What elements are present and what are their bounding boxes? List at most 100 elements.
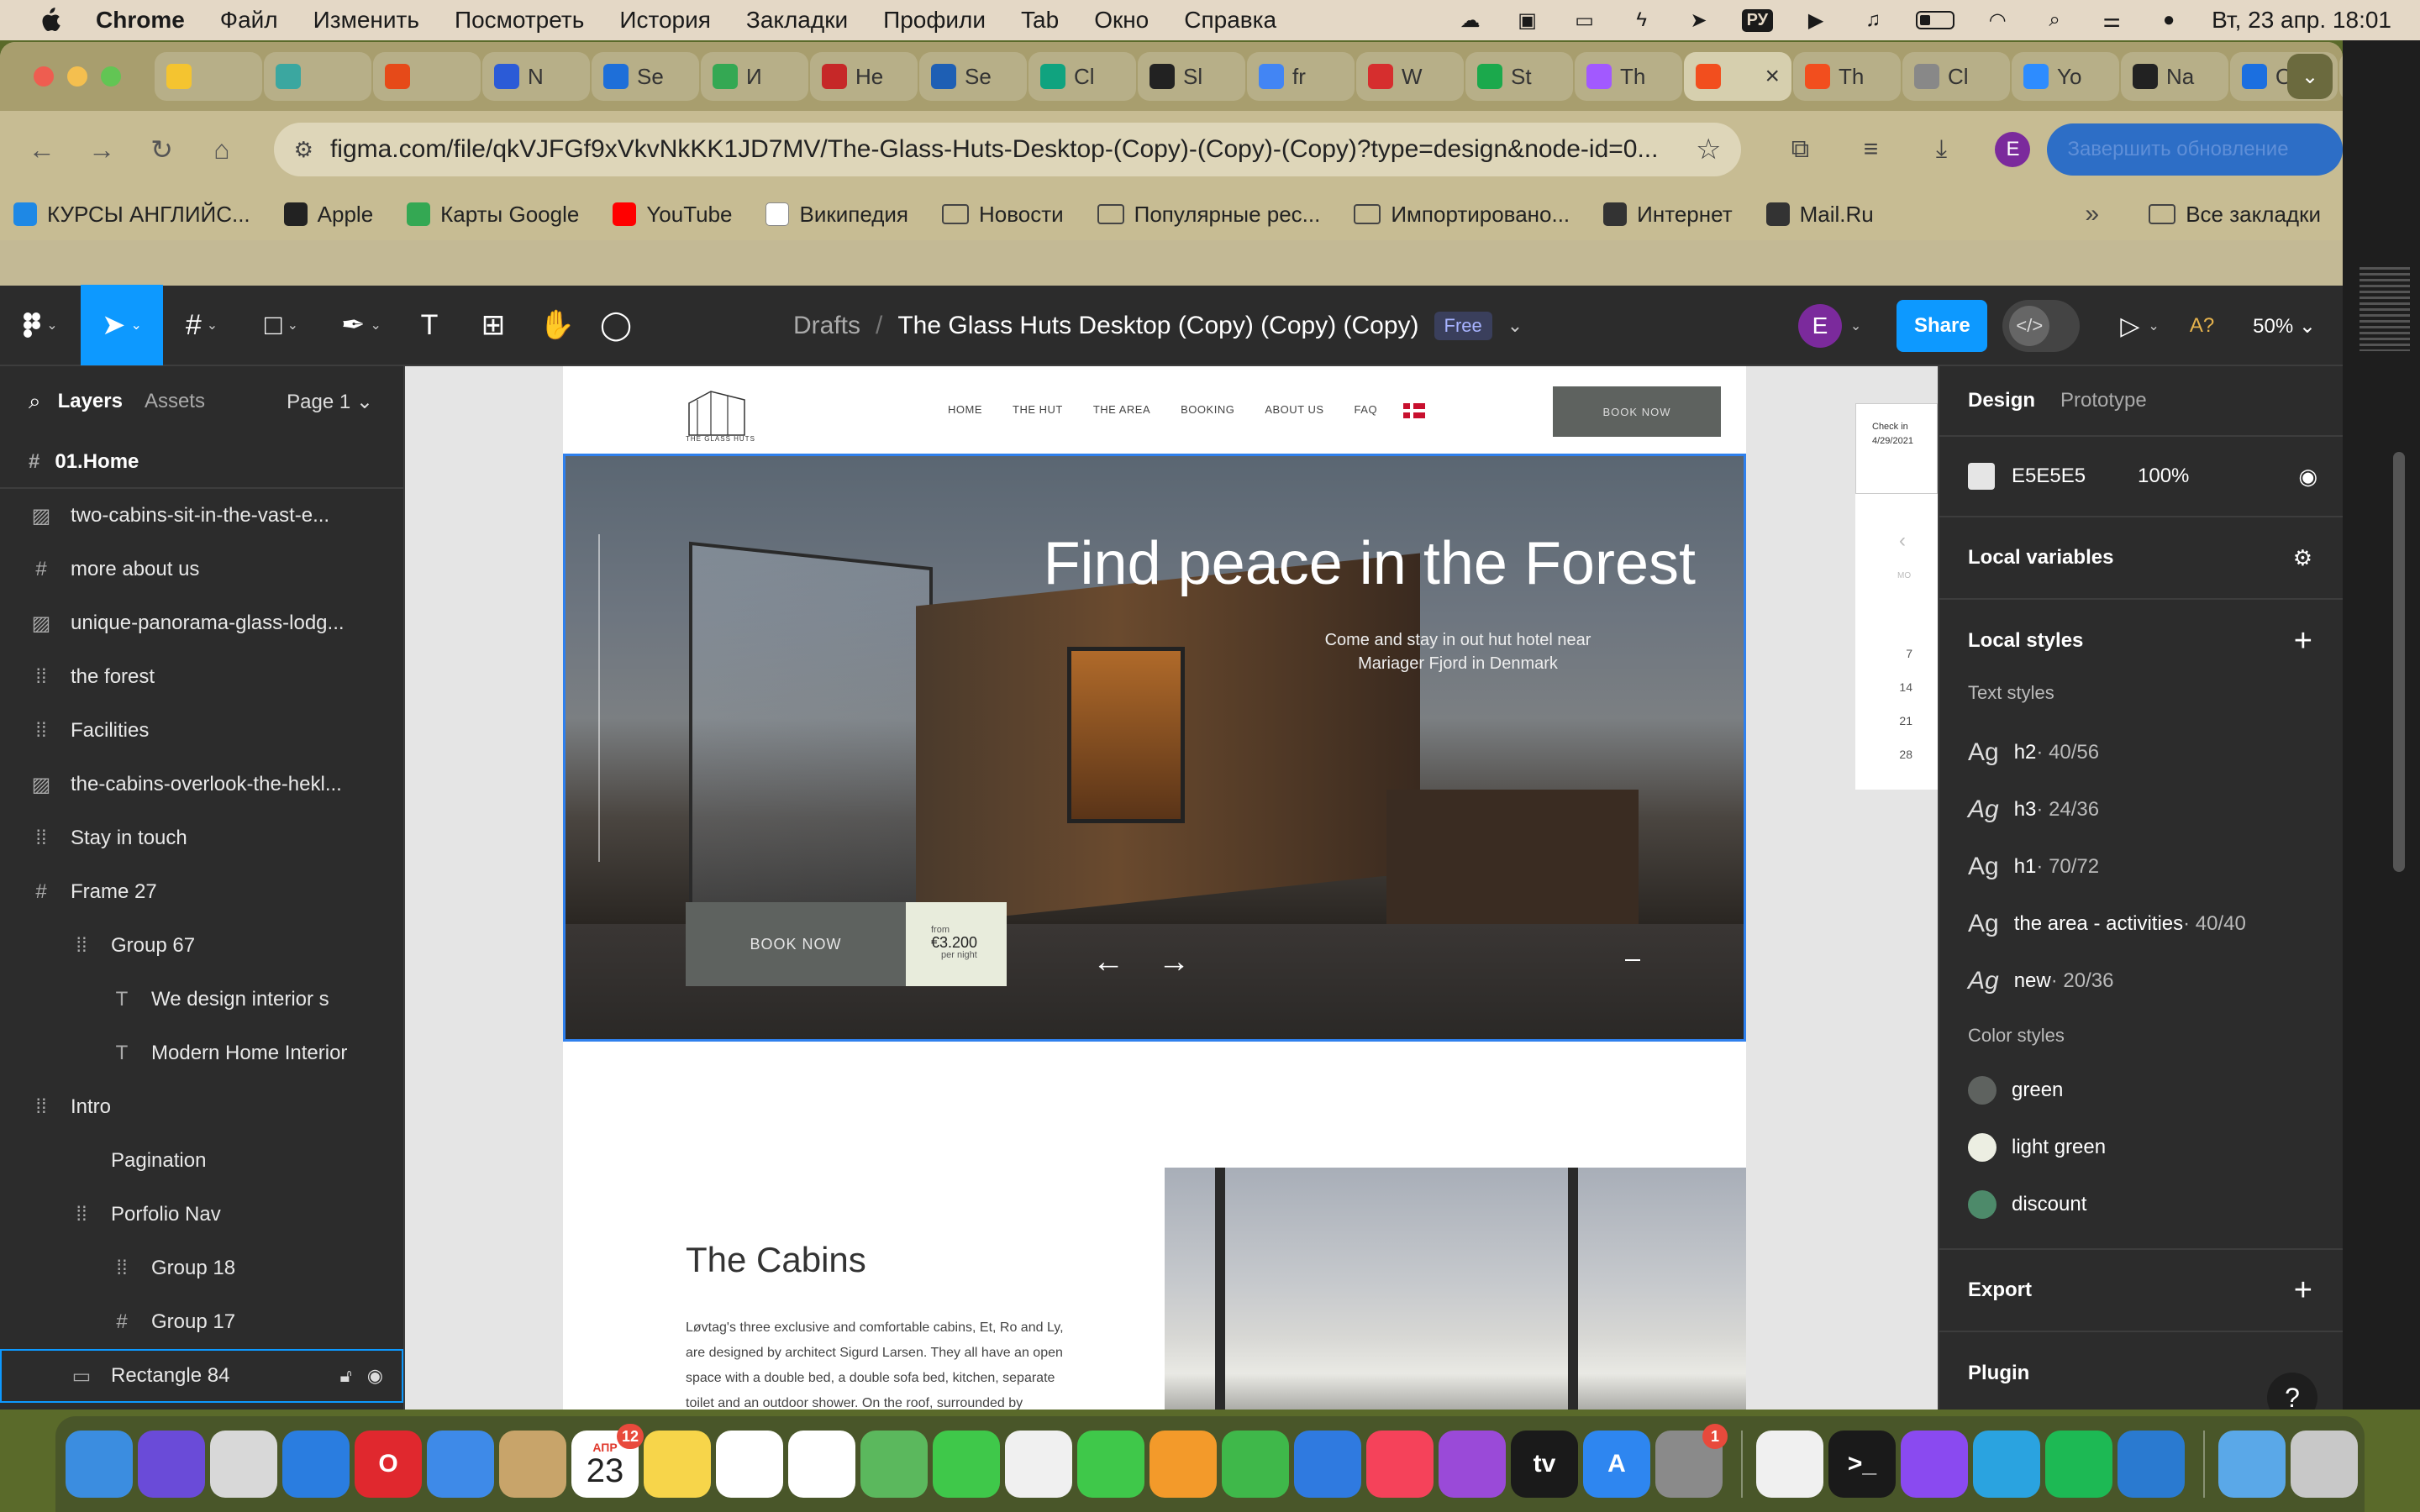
update-button[interactable]: Завершить обновление [2047,123,2343,176]
close-window-button[interactable] [34,66,54,87]
apple-icon[interactable] [37,8,62,33]
dock-safari-icon[interactable] [282,1431,350,1498]
control-center-icon[interactable]: ⚌ [2097,8,2126,33]
calendar-day[interactable]: 7 [1906,647,1912,660]
layer-row[interactable]: ▨ two-cabins-sit-in-the-vast-e... [0,489,403,543]
bookmark-item[interactable]: Apple [283,202,373,228]
url-text[interactable]: figma.com/file/qkVJFGf9xVkvNkKK1JD7MV/Th… [330,135,1696,164]
site-menu-the-hut[interactable]: THE HUT [1013,403,1063,416]
text-tool-button[interactable]: T [400,285,459,365]
browser-tab[interactable]: Se [592,52,699,101]
layer-root-frame[interactable]: # 01.Home [0,437,403,489]
browser-tab[interactable]: Не [810,52,918,101]
dock-opera-icon[interactable]: O [355,1431,422,1498]
menu-tab[interactable]: Tab [1021,7,1059,34]
dock-maps-icon[interactable] [860,1431,928,1498]
media-controls-icon[interactable]: ≡ [1854,133,1887,166]
dock-downloads-folder-icon[interactable] [2218,1431,2286,1498]
hand-tool-button[interactable]: ✋ [528,285,587,365]
bookmark-item[interactable]: Mail.Ru [1765,202,1874,228]
extensions-icon[interactable]: ⧉ [1783,133,1817,166]
browser-tab[interactable]: Na [2121,52,2228,101]
spotlight-search-icon[interactable]: ⌕ [2040,8,2069,33]
dock-facetime-icon[interactable] [1077,1431,1144,1498]
design-canvas[interactable]: THE GLASS HUTS HOME THE HUT THE AREA BOO… [405,366,1938,1410]
dock-trash-icon[interactable] [2291,1431,2358,1498]
color-style-item[interactable]: discount [1939,1176,2343,1233]
search-icon[interactable]: ⌕ [29,388,41,415]
browser-tab[interactable]: fr [1247,52,1355,101]
dock-music-icon[interactable] [1366,1431,1434,1498]
dock-finder-icon[interactable] [66,1431,133,1498]
calendar-day[interactable]: 21 [1899,714,1912,727]
layer-row[interactable]: T We design interior s [0,973,403,1026]
menu-history[interactable]: История [619,7,711,34]
dock-spotify-icon[interactable] [2045,1431,2112,1498]
menu-view[interactable]: Посмотреть [455,7,584,34]
menu-app-name[interactable]: Chrome [96,7,185,34]
back-button[interactable]: ← [24,131,60,168]
profile-avatar[interactable]: E [1995,132,2031,167]
unlock-icon[interactable]: 🔓︎ [340,1365,352,1387]
dock-messenger-icon[interactable] [1901,1431,1968,1498]
address-bar[interactable]: ⚙ figma.com/file/qkVJFGf9xVkvNkKK1JD7MV/… [273,123,1742,176]
tab-search-button[interactable]: ⌄ [2287,54,2333,99]
site-info-icon[interactable]: ⚙ [294,137,313,163]
menu-bookmarks[interactable]: Закладки [746,7,848,34]
zoom-level[interactable]: 50% ⌄ [2253,314,2316,339]
avatar-chevron-icon[interactable]: ⌄ [1850,318,1861,334]
layer-row[interactable]: ▨247398170 1︶ [0,1403,403,1410]
battery-icon[interactable] [1916,11,1955,29]
layer-row[interactable]: T Modern Home Interior [0,1026,403,1080]
dock-calendar-icon[interactable]: АПР 23 12 [571,1424,644,1498]
calendar-day[interactable]: 28 [1899,748,1912,761]
comment-tool-button[interactable]: ◯ [587,285,645,365]
dock-contacts-icon[interactable] [499,1431,566,1498]
browser-tab[interactable]: И [701,52,808,101]
dymo-icon[interactable]: ▭ [1570,8,1599,33]
layer-row[interactable]: # Group 17 [0,1295,403,1349]
file-menu-chevron-icon[interactable]: ⌄ [1507,315,1523,337]
dock-photos-icon[interactable] [1005,1431,1072,1498]
dev-mode-toggle[interactable]: </> [2002,300,2081,352]
cabins-image[interactable] [1165,1168,1746,1410]
fill-hex[interactable]: E5E5E5 [2012,465,2086,488]
site-book-now-button[interactable]: BOOK NOW [1553,386,1721,437]
forward-button[interactable]: → [83,131,119,168]
home-frame[interactable]: THE GLASS HUTS HOME THE HUT THE AREA BOO… [563,366,1746,1410]
dock-reminders-icon[interactable] [788,1431,855,1498]
menu-help[interactable]: Справка [1184,7,1276,34]
layer-row[interactable]: ⁞⁞ Porfolio Nav [0,1188,403,1242]
browser-tab[interactable]: Se [919,52,1027,101]
dock-telegram-icon[interactable] [1973,1431,2040,1498]
color-style-item[interactable]: green [1939,1062,2343,1119]
browser-tab[interactable]: St [1465,52,1573,101]
browser-tab[interactable]: N [482,52,590,101]
headphones-icon[interactable]: ♫ [1859,8,1887,33]
resources-button[interactable]: ⊞ [459,285,528,365]
dock-podcasts-icon[interactable] [1439,1431,1506,1498]
dock-app-store-icon[interactable]: A [1583,1431,1650,1498]
browser-tab[interactable] [155,52,262,101]
arrow-left-icon[interactable]: ← [1092,944,1124,980]
layer-row[interactable]: ⁞⁞ Intro [0,1080,403,1134]
fill-swatch[interactable] [1968,463,1995,490]
more-bookmarks-icon[interactable]: » [2085,200,2099,228]
home-button[interactable]: ⌂ [203,131,239,168]
arrow-right-icon[interactable]: → [1158,944,1190,980]
main-menu-button[interactable]: ⌄ [0,285,81,365]
maximize-window-button[interactable] [101,66,121,87]
menu-edit[interactable]: Изменить [313,7,419,34]
layer-row[interactable]: ⁞⁞ Group 18 [0,1242,403,1295]
minimize-window-button[interactable] [67,66,87,87]
dock-mail-icon[interactable] [427,1431,494,1498]
dock-numbers-icon[interactable] [1222,1431,1289,1498]
site-menu-home[interactable]: HOME [948,403,982,416]
browser-tab[interactable] [264,52,371,101]
tab-design[interactable]: Design [1968,389,2035,412]
eye-icon[interactable]: ◉ [2298,464,2317,490]
bookmark-star-icon[interactable]: ☆ [1696,133,1721,166]
bookmark-item[interactable]: Новости [942,202,1064,228]
layer-row[interactable]: ⁞⁞ the forest [0,650,403,704]
browser-tab[interactable]: Cl [1028,52,1136,101]
